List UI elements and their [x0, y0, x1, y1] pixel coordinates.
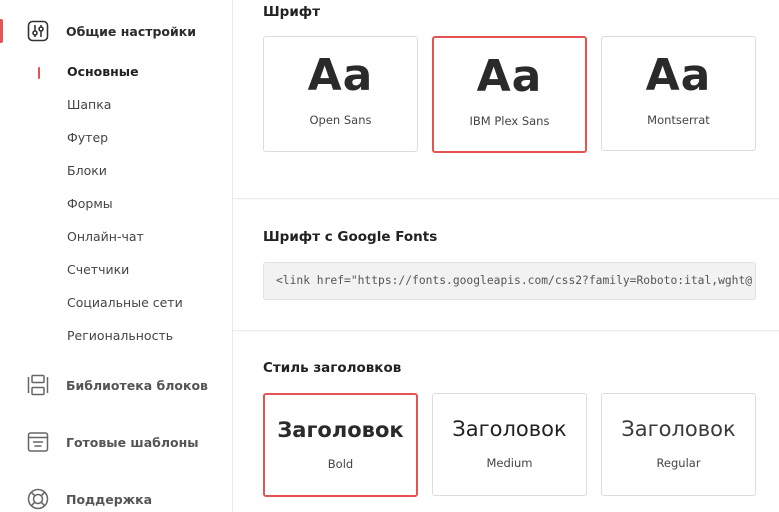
heading-weight: Regular	[656, 456, 701, 470]
font-name: Montserrat	[647, 113, 710, 127]
sidebar-support-label: Поддержка	[66, 491, 153, 507]
sidebar-blocks-library-label: Библиотека блоков	[66, 377, 208, 393]
font-card-montserrat[interactable]: Aa Montserrat	[601, 36, 756, 151]
active-marker	[38, 67, 40, 79]
sidebar-general-label: Общие настройки	[66, 23, 197, 39]
heading-weight: Bold	[327, 457, 354, 471]
sidebar: Общие настройки Основные Шапка Футер Бло…	[0, 0, 233, 512]
sidebar-item-forms[interactable]: Формы	[67, 194, 113, 214]
sidebar-item-blocks[interactable]: Блоки	[67, 161, 107, 181]
templates-icon	[26, 430, 50, 454]
heading-style-bold-card[interactable]: Заголовок Bold	[263, 393, 418, 497]
heading-weight: Medium	[486, 456, 533, 470]
font-name: IBM Plex Sans	[469, 114, 550, 128]
heading-sample: Заголовок	[452, 417, 567, 441]
sidebar-general-settings[interactable]: Общие настройки	[0, 11, 233, 51]
heading-sample: Заголовок	[621, 417, 736, 441]
sidebar-item-main[interactable]: Основные	[67, 62, 139, 82]
sidebar-templates[interactable]: Готовые шаблоны	[0, 422, 233, 462]
sidebar-item-footer[interactable]: Футер	[67, 128, 108, 148]
font-name: Open Sans	[309, 113, 372, 127]
sidebar-item-online-chat[interactable]: Онлайн-чат	[67, 227, 144, 247]
font-sample: Aa	[645, 50, 712, 101]
lifebuoy-icon	[26, 487, 50, 511]
google-fonts-link-field[interactable]: <link href="https://fonts.googleapis.com…	[263, 262, 756, 300]
sidebar-support[interactable]: Поддержка	[0, 479, 233, 512]
heading-sample: Заголовок	[277, 418, 404, 442]
font-sample: Aa	[307, 50, 374, 101]
heading-style-medium-card[interactable]: Заголовок Medium	[432, 393, 587, 496]
sidebar-item-social[interactable]: Социальные сети	[67, 293, 183, 313]
sidebar-item-regional[interactable]: Региональность	[67, 326, 173, 346]
font-heading: Шрифт	[263, 4, 321, 20]
font-card-ibm-plex-sans[interactable]: Aa IBM Plex Sans	[432, 36, 587, 153]
heading-style-heading: Стиль заголовков	[263, 360, 402, 376]
heading-style-regular-card[interactable]: Заголовок Regular	[601, 393, 756, 496]
sidebar-item-header[interactable]: Шапка	[67, 95, 111, 115]
blocks-library-icon	[26, 373, 50, 397]
sidebar-templates-label: Готовые шаблоны	[66, 434, 199, 450]
sidebar-item-counters[interactable]: Счетчики	[67, 260, 129, 280]
font-sample: Aa	[476, 51, 543, 102]
google-fonts-heading: Шрифт с Google Fonts	[263, 229, 438, 245]
google-fonts-section: Шрифт с Google Fonts <link href="https:/…	[233, 200, 779, 331]
heading-style-section: Стиль заголовков Заголовок Bold Заголово…	[233, 332, 779, 512]
sliders-icon	[26, 19, 50, 43]
font-section: Шрифт Aa Open Sans Aa IBM Plex Sans Aa M…	[233, 0, 779, 199]
sidebar-blocks-library[interactable]: Библиотека блоков	[0, 365, 233, 405]
font-card-open-sans[interactable]: Aa Open Sans	[263, 36, 418, 152]
